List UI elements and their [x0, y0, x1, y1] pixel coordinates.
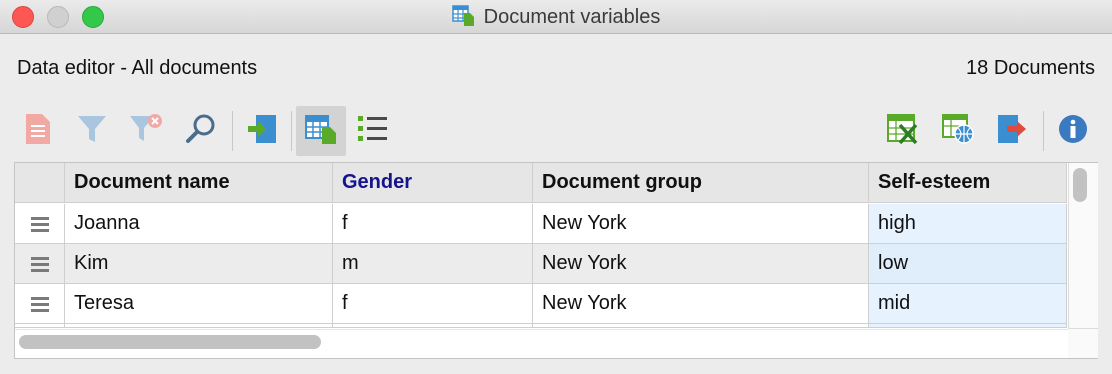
new-document-button[interactable]: [13, 106, 63, 156]
column-header-document-name[interactable]: Document name: [65, 163, 333, 203]
toolbar-separator: [1043, 111, 1044, 151]
cell-gender[interactable]: f: [333, 204, 533, 244]
cell-self-esteem[interactable]: low: [869, 244, 1067, 284]
cell-empty: [869, 324, 1067, 328]
search-icon: [184, 112, 218, 151]
toolbar-separator: [291, 111, 292, 151]
info-icon: [1057, 113, 1089, 150]
column-header-gender[interactable]: Gender: [333, 163, 533, 203]
clear-filter-icon: [128, 113, 164, 150]
new-document-icon: [25, 113, 51, 150]
cell-self-esteem[interactable]: high: [869, 204, 1067, 244]
editor-title: Data editor - All documents: [17, 57, 258, 79]
cell-self-esteem[interactable]: mid: [869, 284, 1067, 324]
row-drag-handle-icon[interactable]: [15, 204, 65, 244]
row-drag-handle-icon[interactable]: [15, 284, 65, 324]
filter-button[interactable]: [67, 106, 117, 156]
table-row-partial: [15, 324, 1067, 328]
export-excel-button[interactable]: [878, 106, 928, 156]
vertical-scrollbar-thumb[interactable]: [1073, 168, 1087, 202]
export-web-button[interactable]: [933, 106, 983, 156]
table-row[interactable]: Teresa f New York mid: [15, 284, 1067, 324]
window-title: Document variables: [483, 5, 661, 28]
cell-empty: [533, 324, 869, 328]
column-header-document-group[interactable]: Document group: [533, 163, 869, 203]
export-excel-icon: [886, 112, 920, 151]
clear-filter-button[interactable]: [121, 106, 171, 156]
table-header-row: Document name Gender Document group Self…: [15, 163, 1067, 203]
info-button[interactable]: [1048, 106, 1098, 156]
search-button[interactable]: [176, 106, 226, 156]
column-header-self-esteem[interactable]: Self-esteem: [869, 163, 1067, 203]
scroll-corner: [1068, 328, 1098, 358]
table-row[interactable]: Joanna f New York high: [15, 204, 1067, 244]
list-view-button[interactable]: [348, 106, 398, 156]
exit-icon: [995, 113, 1029, 150]
cell-document-group[interactable]: New York: [533, 244, 869, 284]
cell-document-group[interactable]: New York: [533, 204, 869, 244]
title-bar: Document variables: [0, 0, 1112, 34]
table-view-icon: [304, 113, 338, 150]
cell-gender[interactable]: m: [333, 244, 533, 284]
document-variables-icon: [451, 3, 476, 32]
cell-document-name[interactable]: Joanna: [65, 204, 333, 244]
cell-document-group[interactable]: New York: [533, 284, 869, 324]
filter-icon: [76, 113, 108, 150]
cell-gender[interactable]: f: [333, 284, 533, 324]
row-drag-handle-icon[interactable]: [15, 244, 65, 284]
cell-document-name[interactable]: Kim: [65, 244, 333, 284]
table-view-button[interactable]: [296, 106, 346, 156]
list-view-icon: [357, 114, 389, 149]
document-count: 18 Documents: [966, 57, 1095, 79]
table-row[interactable]: Kim m New York low: [15, 244, 1067, 284]
cell-empty: [333, 324, 533, 328]
export-web-icon: [941, 112, 975, 151]
import-icon: [246, 113, 278, 150]
import-button[interactable]: [237, 106, 287, 156]
toolbar-separator: [232, 111, 233, 151]
row-handle-cell: [15, 324, 65, 328]
cell-empty: [65, 324, 333, 328]
horizontal-scrollbar-thumb[interactable]: [19, 335, 321, 349]
row-handle-header: [15, 163, 65, 203]
cell-document-name[interactable]: Teresa: [65, 284, 333, 324]
exit-button[interactable]: [987, 106, 1037, 156]
data-table: Document name Gender Document group Self…: [14, 162, 1098, 359]
horizontal-scroll-track[interactable]: [15, 329, 1068, 330]
